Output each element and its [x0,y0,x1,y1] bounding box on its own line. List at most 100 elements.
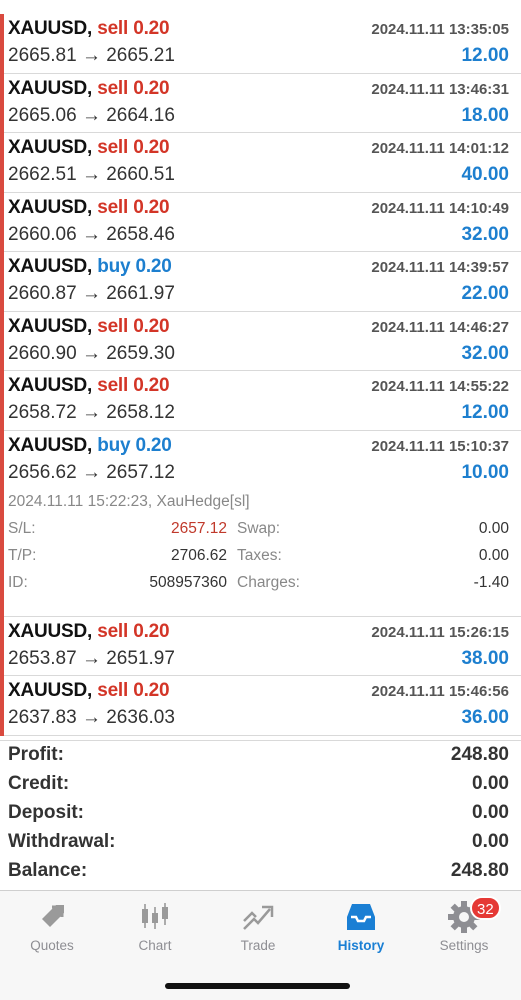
swap-value: 0.00 [478,519,509,537]
taxes-value: 0.00 [478,546,509,564]
deal-profit: 22.00 [461,283,509,304]
taxes-label: Taxes: [237,546,282,564]
deal-volume: 0.20 [133,196,170,218]
deal-row[interactable]: XAUUSD, sell 0.20 2024.11.11 14:01:12 2662… [0,133,521,193]
deal-time: 2024.11.11 15:46:56 [371,683,509,700]
deal-side: sell [97,77,129,99]
deal-row[interactable]: XAUUSD, sell 0.20 2024.11.11 14:46:27 2660… [0,311,521,371]
deal-profit: 32.00 [461,342,509,364]
summary-label: Profit: [8,744,64,765]
quotes-icon [34,899,70,935]
account-summary: Profit: 248.80 Credit: 0.00 Deposit: 0.00 With… [0,740,521,886]
swap-label: Swap: [237,519,281,537]
deal-time: 2024.11.11 13:46:31 [371,80,509,98]
deal-symbol: XAUUSD, [8,18,93,39]
deal-header: XAUUSD, buy 0.20 [8,256,172,278]
tab-trade[interactable]: Trade [206,899,310,953]
summary-row: Credit: 0.00 [0,770,521,799]
deal-volume: 0.20 [133,375,170,396]
deal-profit: 18.00 [461,104,509,126]
charges-value: -1.40 [473,573,509,591]
deal-row[interactable]: XAUUSD, sell 0.20 2024.11.11 14:10:49 2660… [0,192,521,252]
detail-row: S/L: 2657.12 Swap: 0.00 [8,520,509,546]
tab-label: Chart [138,938,172,953]
deal-time: 2024.11.11 14:39:57 [371,259,509,276]
deal-profit: 12.00 [461,45,509,66]
deal-header: XAUUSD, sell 0.20 [8,315,170,338]
deal-side: sell [97,375,129,396]
tab-history[interactable]: History [309,899,413,953]
summary-value: 0.00 [472,802,509,823]
summary-row: Withdrawal: 0.00 [0,828,521,857]
tab-settings[interactable]: Settings 32 [412,896,516,953]
tab-label: Settings [439,938,489,953]
deals-list: XAUUSD, sell 0.20 2024.11.11 13:35:05 2665… [0,14,521,736]
deal-prices: 2660.06 → 2658.46 [8,223,175,245]
deal-row[interactable]: XAUUSD, buy 0.20 2024.11.11 15:10:37 2656.… [0,430,521,617]
sl-value: 2657.12 [170,519,227,537]
summary-value: 0.00 [472,831,509,852]
deal-prices: 2658.72 → 2658.12 [8,402,175,423]
deal-time: 2024.11.11 13:35:05 [371,21,509,38]
deal-volume: 0.20 [133,137,170,158]
deal-side: sell [97,680,129,701]
deal-side: sell [97,315,129,337]
tp-value: 2706.62 [170,546,227,564]
deal-prices: 2653.87 → 2651.97 [8,647,175,669]
deal-volume: 0.20 [133,18,170,39]
deal-time: 2024.11.11 14:01:12 [371,140,509,157]
summary-value: 0.00 [472,773,509,794]
deal-symbol: XAUUSD, [8,256,93,277]
deal-time: 2024.11.11 14:46:27 [371,318,509,336]
tab-label: Quotes [30,938,74,953]
deal-profit: 40.00 [461,164,509,185]
deal-row[interactable]: XAUUSD, buy 0.20 2024.11.11 14:39:57 2660.… [0,252,521,312]
deal-profit: 32.00 [461,223,509,245]
deal-row[interactable]: XAUUSD, sell 0.20 2024.11.11 14:55:22 2658… [0,371,521,431]
deal-symbol: XAUUSD, [8,77,93,99]
deal-prices: 2665.81 → 2665.21 [8,45,175,66]
deal-header: XAUUSD, sell 0.20 [8,137,170,159]
deal-row[interactable]: XAUUSD, sell 0.20 2024.11.11 13:35:05 2665… [0,14,521,74]
charges-label: Charges: [237,573,300,591]
tab-quotes[interactable]: Quotes [0,899,104,953]
deal-header: XAUUSD, sell 0.20 [8,620,170,643]
deal-symbol: XAUUSD, [8,434,93,456]
deal-time: 2024.11.11 15:26:15 [371,623,509,641]
tp-label: T/P: [8,546,37,564]
summary-label: Withdrawal: [8,831,116,852]
deal-volume: 0.20 [135,434,172,456]
home-indicator [165,983,350,989]
deal-symbol: XAUUSD, [8,315,93,337]
deal-volume: 0.20 [133,315,170,337]
deal-time: 2024.11.11 14:10:49 [371,199,509,217]
deal-side: sell [97,620,129,642]
deal-symbol: XAUUSD, [8,620,93,642]
deal-row[interactable]: XAUUSD, sell 0.20 2024.11.11 15:46:56 2637… [0,676,521,736]
deal-symbol: XAUUSD, [8,196,93,218]
tab-chart[interactable]: Chart [103,899,207,953]
deal-side: sell [97,18,129,39]
deal-profit: 36.00 [461,707,509,728]
deal-prices: 2660.87 → 2661.97 [8,283,175,304]
id-label: ID: [8,573,28,591]
deal-side: sell [97,137,129,158]
deal-row[interactable]: XAUUSD, sell 0.20 2024.11.11 13:46:31 2665… [0,73,521,133]
summary-label: Deposit: [8,802,84,823]
deal-prices: 2665.06 → 2664.16 [8,104,175,126]
sl-label: S/L: [8,519,36,537]
deal-detail-subtitle: 2024.11.11 15:22:23, XauHedge[sl] [8,492,250,510]
summary-row: Profit: 248.80 [0,741,521,770]
deal-profit: 12.00 [461,402,509,423]
deal-volume: 0.20 [133,620,170,642]
summary-label: Credit: [8,773,70,794]
deal-header: XAUUSD, sell 0.20 [8,196,170,219]
deal-volume: 0.20 [133,77,170,99]
summary-row: Balance: 248.80 [0,857,521,886]
deal-symbol: XAUUSD, [8,680,93,701]
deal-prices: 2660.90 → 2659.30 [8,342,175,364]
deal-side: buy [97,256,131,277]
trade-icon [240,899,276,935]
deal-row[interactable]: XAUUSD, sell 0.20 2024.11.11 15:26:15 2653… [0,616,521,676]
tab-label: Trade [240,938,276,953]
